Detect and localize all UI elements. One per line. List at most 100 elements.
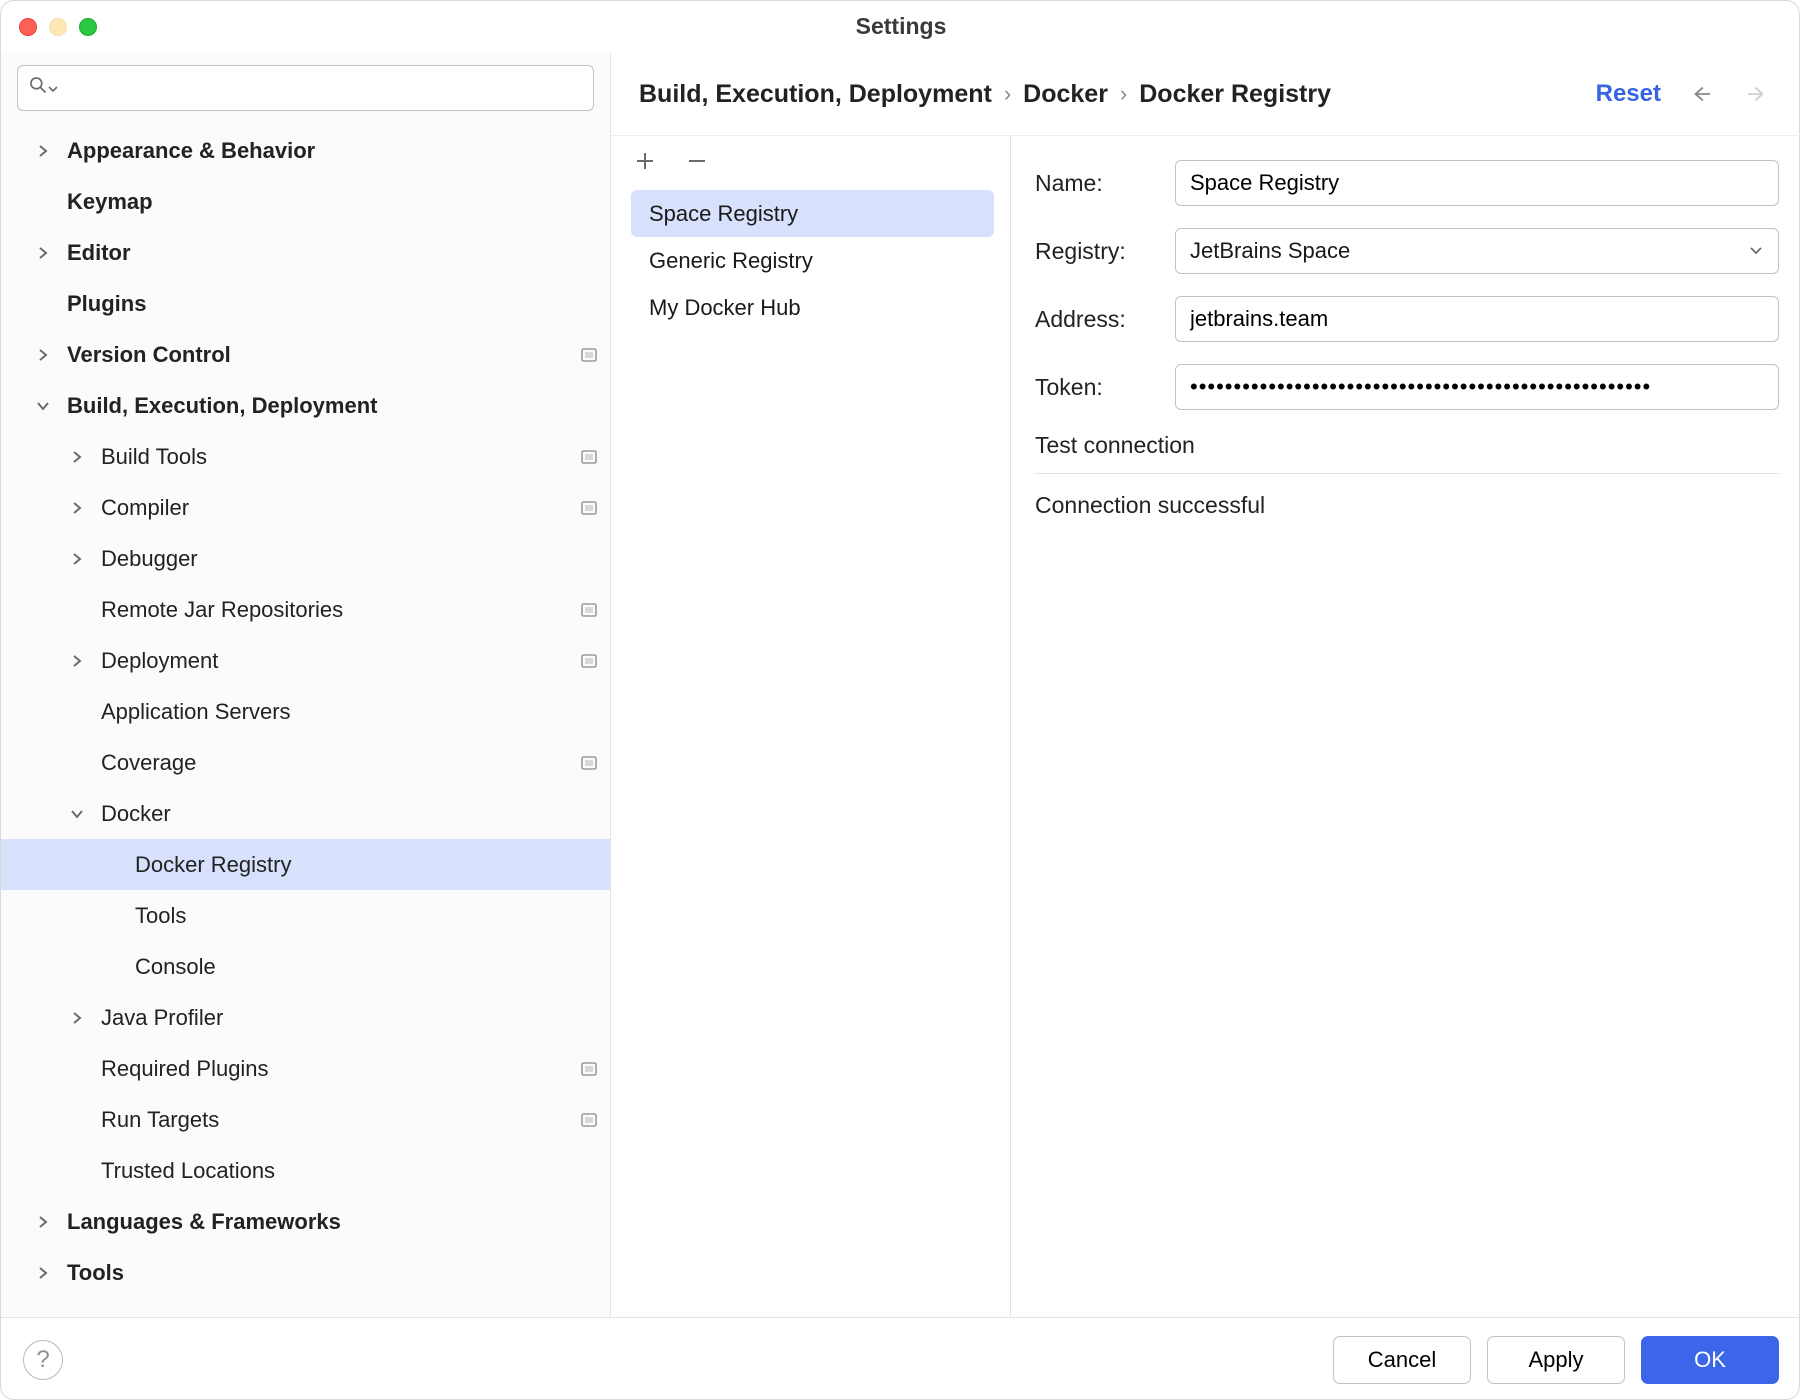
tree-node-tools[interactable]: Tools xyxy=(1,890,610,941)
tree-node-label: Java Profiler xyxy=(101,1005,223,1031)
registry-combobox[interactable]: JetBrains Space xyxy=(1175,228,1779,274)
chevron-right-icon[interactable] xyxy=(67,1008,87,1028)
token-label: Token: xyxy=(1035,374,1175,401)
project-scope-icon xyxy=(580,346,598,364)
tree-node-docker-registry[interactable]: Docker Registry xyxy=(1,839,610,890)
search-dropdown-icon[interactable] xyxy=(48,76,58,100)
tree-node-build-execution-deployment[interactable]: Build, Execution, Deployment xyxy=(1,380,610,431)
settings-tree[interactable]: Appearance & Behavior Keymap Editor Plugins… xyxy=(1,121,610,1317)
chevron-right-icon[interactable] xyxy=(33,243,53,263)
tree-node-label: Keymap xyxy=(67,189,153,215)
tree-node-label: Docker xyxy=(101,801,171,827)
tree-node-debugger[interactable]: Debugger xyxy=(1,533,610,584)
project-scope-icon xyxy=(580,1060,598,1078)
tree-node-required-plugins[interactable]: Required Plugins xyxy=(1,1043,610,1094)
chevron-right-icon[interactable] xyxy=(67,498,87,518)
chevron-right-icon[interactable] xyxy=(33,1263,53,1283)
tree-node-deployment[interactable]: Deployment xyxy=(1,635,610,686)
name-input[interactable] xyxy=(1175,160,1779,206)
apply-button[interactable]: Apply xyxy=(1487,1336,1625,1384)
breadcrumb-crumb[interactable]: Docker xyxy=(1023,80,1108,109)
ok-button[interactable]: OK xyxy=(1641,1336,1779,1384)
project-scope-icon xyxy=(580,499,598,517)
connection-status: Connection successful xyxy=(1035,492,1779,519)
tree-node-docker[interactable]: Docker xyxy=(1,788,610,839)
chevron-right-icon[interactable] xyxy=(33,1212,53,1232)
tree-node-remote-jar-repositories[interactable]: Remote Jar Repositories xyxy=(1,584,610,635)
test-connection-link[interactable]: Test connection xyxy=(1035,432,1779,474)
tree-node-label: Coverage xyxy=(101,750,196,776)
registry-row-my-docker-hub[interactable]: My Docker Hub xyxy=(631,284,994,331)
settings-search-input[interactable] xyxy=(17,65,594,111)
address-input[interactable] xyxy=(1175,296,1779,342)
registry-row-generic-registry[interactable]: Generic Registry xyxy=(631,237,994,284)
tree-node-label: Application Servers xyxy=(101,699,291,725)
tree-node-java-profiler[interactable]: Java Profiler xyxy=(1,992,610,1043)
tree-node-label: Languages & Frameworks xyxy=(67,1209,341,1235)
tree-node-label: Trusted Locations xyxy=(101,1158,275,1184)
tree-node-label: Tools xyxy=(135,903,186,929)
project-scope-icon xyxy=(580,652,598,670)
nav-back-button[interactable] xyxy=(1685,78,1717,110)
add-button[interactable] xyxy=(631,147,659,175)
tree-node-tools[interactable]: Tools xyxy=(1,1247,610,1298)
tree-node-languages-frameworks[interactable]: Languages & Frameworks xyxy=(1,1196,610,1247)
tree-node-label: Run Targets xyxy=(101,1107,219,1133)
registry-row-space-registry[interactable]: Space Registry xyxy=(631,190,994,237)
window-title: Settings xyxy=(1,13,1800,40)
token-input[interactable] xyxy=(1175,364,1779,410)
chevron-right-icon[interactable] xyxy=(67,447,87,467)
help-button[interactable]: ? xyxy=(23,1340,63,1380)
tree-node-label: Appearance & Behavior xyxy=(67,138,315,164)
tree-node-version-control[interactable]: Version Control xyxy=(1,329,610,380)
tree-node-label: Debugger xyxy=(101,546,198,572)
search-icon xyxy=(28,75,48,101)
breadcrumb: Build, Execution, Deployment › Docker › … xyxy=(611,53,1800,135)
breadcrumb-crumb[interactable]: Build, Execution, Deployment xyxy=(639,80,992,109)
tree-node-console[interactable]: Console xyxy=(1,941,610,992)
tree-node-label: Version Control xyxy=(67,342,231,368)
project-scope-icon xyxy=(580,1111,598,1129)
tree-node-build-tools[interactable]: Build Tools xyxy=(1,431,610,482)
tree-node-label: Plugins xyxy=(67,291,146,317)
chevron-right-icon: › xyxy=(1120,81,1127,107)
tree-node-label: Build Tools xyxy=(101,444,207,470)
remove-button[interactable] xyxy=(683,147,711,175)
tree-node-plugins[interactable]: Plugins xyxy=(1,278,610,329)
chevron-down-icon[interactable] xyxy=(33,396,53,416)
registry-value: JetBrains Space xyxy=(1190,238,1350,264)
tree-node-run-targets[interactable]: Run Targets xyxy=(1,1094,610,1145)
tree-node-application-servers[interactable]: Application Servers xyxy=(1,686,610,737)
cancel-button[interactable]: Cancel xyxy=(1333,1336,1471,1384)
dialog-footer: ? Cancel Apply OK xyxy=(1,1317,1800,1400)
tree-node-label: Build, Execution, Deployment xyxy=(67,393,377,419)
tree-node-label: Docker Registry xyxy=(135,852,291,878)
settings-sidebar: Appearance & Behavior Keymap Editor Plugins… xyxy=(1,53,611,1317)
project-scope-icon xyxy=(580,601,598,619)
tree-node-label: Compiler xyxy=(101,495,189,521)
tree-node-appearance-behavior[interactable]: Appearance & Behavior xyxy=(1,125,610,176)
chevron-right-icon[interactable] xyxy=(67,549,87,569)
address-label: Address: xyxy=(1035,306,1175,333)
chevron-right-icon[interactable] xyxy=(33,141,53,161)
breadcrumb-crumb[interactable]: Docker Registry xyxy=(1139,80,1331,109)
nav-forward-button[interactable] xyxy=(1741,78,1773,110)
tree-node-compiler[interactable]: Compiler xyxy=(1,482,610,533)
tree-node-keymap[interactable]: Keymap xyxy=(1,176,610,227)
reset-link[interactable]: Reset xyxy=(1596,80,1661,108)
tree-node-label: Tools xyxy=(67,1260,124,1286)
registry-form: Name: Registry: JetBrains Space xyxy=(1011,136,1800,1317)
tree-node-coverage[interactable]: Coverage xyxy=(1,737,610,788)
tree-node-label: Deployment xyxy=(101,648,218,674)
registry-label: Registry: xyxy=(1035,238,1175,265)
chevron-right-icon[interactable] xyxy=(33,345,53,365)
chevron-down-icon[interactable] xyxy=(67,804,87,824)
tree-node-label: Required Plugins xyxy=(101,1056,269,1082)
tree-node-editor[interactable]: Editor xyxy=(1,227,610,278)
name-label: Name: xyxy=(1035,170,1175,197)
registry-list[interactable]: Space RegistryGeneric RegistryMy Docker … xyxy=(611,186,1010,1317)
titlebar: Settings xyxy=(1,1,1800,53)
project-scope-icon xyxy=(580,448,598,466)
tree-node-trusted-locations[interactable]: Trusted Locations xyxy=(1,1145,610,1196)
chevron-right-icon[interactable] xyxy=(67,651,87,671)
